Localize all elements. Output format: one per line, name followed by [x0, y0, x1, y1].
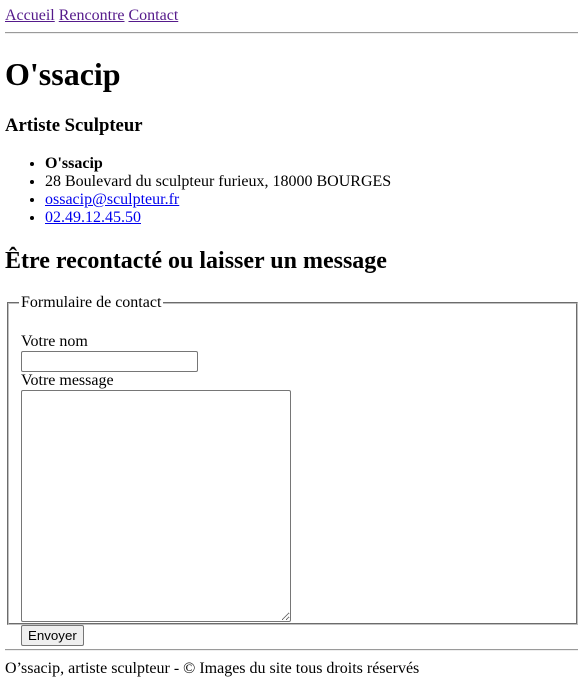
name-label: Votre nom	[21, 333, 88, 350]
message-textarea[interactable]	[21, 390, 291, 622]
footer-divider	[5, 649, 578, 651]
contact-email-item: ossacip@sculpteur.fr	[45, 191, 391, 209]
nav-link-rencontre[interactable]: Rencontre	[59, 7, 125, 24]
contact-address-item: 28 Boulevard du sculpteur furieux, 18000…	[45, 173, 391, 191]
contact-name-item: O'ssacip	[45, 155, 391, 173]
site-title: O'ssacip	[5, 56, 121, 92]
email-link[interactable]: ossacip@sculpteur.fr	[45, 191, 179, 208]
header-divider	[5, 32, 578, 34]
contact-form: Formulaire de contact Votre nom Votre me…	[7, 294, 578, 646]
nav-link-accueil[interactable]: Accueil	[5, 7, 55, 24]
phone-link[interactable]: 02.49.12.45.50	[45, 209, 141, 226]
form-legend: Formulaire de contact	[21, 294, 162, 311]
contact-name: O'ssacip	[45, 155, 103, 172]
contact-phone-item: 02.49.12.45.50	[45, 209, 391, 227]
send-button[interactable]: Envoyer	[21, 625, 84, 646]
contact-address: 28 Boulevard du sculpteur furieux, 18000…	[45, 173, 392, 190]
footer-text: O’ssacip, artiste sculpteur - © Images d…	[5, 660, 420, 677]
site-subtitle: Artiste Sculpteur	[5, 115, 143, 136]
message-label: Votre message	[21, 372, 114, 389]
contact-info-list: O'ssacip 28 Boulevard du sculpteur furie…	[5, 155, 391, 227]
contact-section-title: Être recontacté ou laisser un message	[5, 248, 387, 274]
name-input[interactable]	[21, 351, 198, 372]
top-nav: Accueil Rencontre Contact	[5, 7, 178, 25]
nav-link-contact[interactable]: Contact	[129, 7, 179, 24]
